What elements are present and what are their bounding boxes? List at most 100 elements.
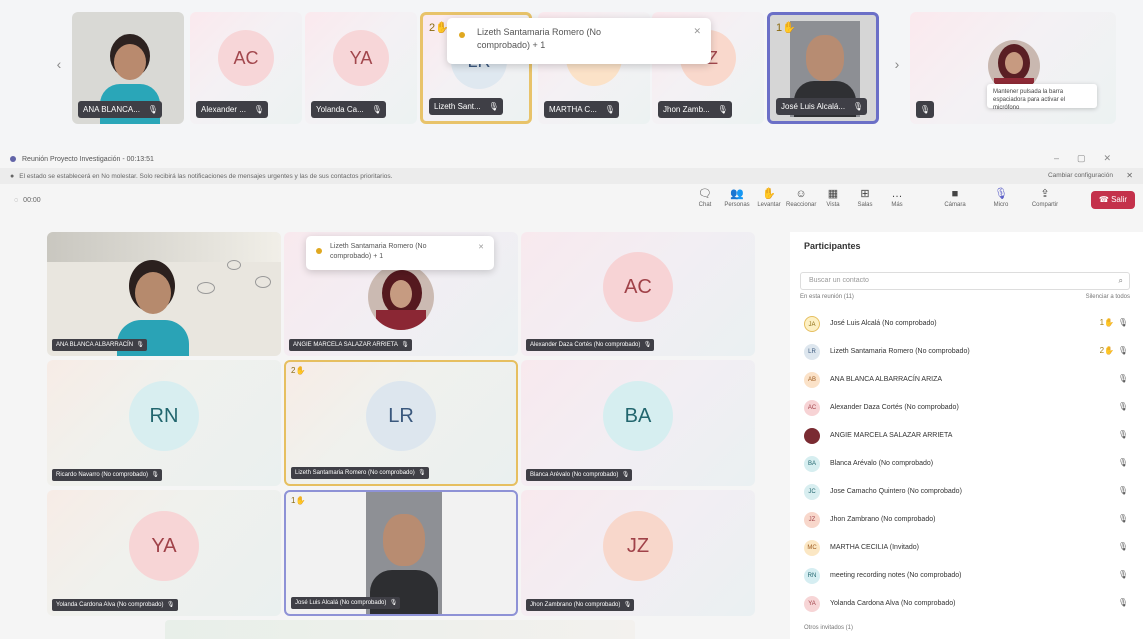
- change-settings-link[interactable]: Cambiar configuración: [1048, 172, 1113, 179]
- raise-hand-notification[interactable]: Lizeth Santamaria Romero (No comprobado)…: [447, 18, 711, 64]
- strip-tile-alexander[interactable]: AC Alexander ... 🎙: [190, 12, 302, 124]
- participant-name: Yolanda Cardona Alva (No comprobado): [830, 600, 956, 607]
- avatar: RN: [129, 381, 199, 451]
- more-button[interactable]: … Más: [882, 187, 912, 213]
- participant-row[interactable]: JZ Jhon Zambrano (No comprobado) 🎙: [800, 510, 1130, 530]
- strip-prev-arrow[interactable]: ‹: [50, 52, 68, 76]
- strip-next-arrow[interactable]: ›: [888, 52, 906, 76]
- participants-pane: Participantes Buscar un contacto ⌕ En es…: [790, 232, 1143, 639]
- in-meeting-section[interactable]: En esta reunión (11) Silenciar a todos: [800, 294, 1130, 300]
- participant-name: MARTHA CECILIA (Invitado): [830, 544, 919, 551]
- avatar: BA: [804, 456, 820, 472]
- gallery-tile-jhon[interactable]: JZ Jhon Zambrano (No comprobado) 🎙: [521, 490, 755, 616]
- participant-row[interactable]: ANGIE MARCELA SALAZAR ARRIETA 🎙: [800, 426, 1130, 446]
- close-icon[interactable]: ✕: [478, 243, 484, 253]
- gallery-name: ANGIE MARCELA SALAZAR ARRIETA: [293, 342, 398, 348]
- participant-row[interactable]: JA José Luis Alcalá (No comprobado) 1✋ 🎙: [800, 314, 1130, 334]
- strip-tile-jose[interactable]: 1✋ José Luis Alcalá... 🎙: [767, 12, 879, 124]
- strip-name: Lizeth Sant...: [434, 102, 481, 111]
- avatar: JC: [804, 484, 820, 500]
- mic-icon: 🎙: [147, 105, 158, 114]
- gallery-tile-blanca[interactable]: BA Blanca Arévalo (No comprobado) 🎙: [521, 360, 755, 486]
- rooms-button[interactable]: ⊞ Salas: [850, 187, 880, 213]
- avatar: AC: [603, 252, 673, 322]
- participant-row[interactable]: LR Lizeth Santamaria Romero (No comproba…: [800, 342, 1130, 362]
- dnd-info-bar: ● El estado se establecerá en No molesta…: [0, 168, 1143, 184]
- avatar: [804, 428, 820, 444]
- avatar: YA: [804, 596, 820, 612]
- section-label: En esta reunión (11): [800, 294, 854, 300]
- participant-row[interactable]: BA Blanca Arévalo (No comprobado) 🎙: [800, 454, 1130, 474]
- strip-name: Jhon Zamb...: [663, 105, 710, 114]
- mic-icon: 🎙: [604, 105, 615, 114]
- window-titlebar: Reunión Proyecto Investigación - 00:13:5…: [0, 150, 1143, 168]
- raised-hand-icon: 1✋: [776, 22, 796, 34]
- participant-row[interactable]: YA Yolanda Cardona Alva (No comprobado) …: [800, 594, 1130, 614]
- toast-line: Lizeth Santamaria Romero (No: [330, 243, 427, 250]
- more-label: Más: [891, 202, 903, 208]
- avatar: YA: [129, 511, 199, 581]
- participants-title: Participantes: [804, 241, 861, 251]
- leave-button[interactable]: ☎ Salir: [1091, 191, 1135, 209]
- raise-label: Levantar: [757, 202, 781, 208]
- participant-row[interactable]: AB ANA BLANCA ALBARRACÍN ARIZA 🎙: [800, 370, 1130, 390]
- gallery-raise-hand-notification[interactable]: Lizeth Santamaria Romero (No comprobado)…: [306, 236, 494, 270]
- shield-icon: ◌: [14, 196, 19, 204]
- participant-row[interactable]: AC Alexander Daza Cortés (No comprobado)…: [800, 398, 1130, 418]
- participant-row[interactable]: RN meeting recording notes (No comprobad…: [800, 566, 1130, 586]
- view-button[interactable]: ▦ Vista: [818, 187, 848, 213]
- chat-button[interactable]: 🗨 Chat: [690, 187, 720, 213]
- meeting-timer: 00:00: [23, 196, 41, 204]
- gallery-tile-ana[interactable]: ANA BLANCA ALBARRACÍN 🎙: [47, 232, 281, 356]
- gallery-name-pill: Alexander Daza Cortés (No comprobado) 🎙: [526, 339, 655, 351]
- raised-hand-icon: 1✋: [1099, 318, 1114, 327]
- people-button[interactable]: 👥 Personas: [722, 187, 752, 213]
- gallery-name-pill: Yolanda Cardona Alva (No comprobado) 🎙: [52, 599, 178, 611]
- other-invited-section[interactable]: Otros invitados (1): [804, 625, 853, 631]
- participant-row[interactable]: JC Jose Camacho Quintero (No comprobado)…: [800, 482, 1130, 502]
- hand-order: 1: [291, 496, 296, 505]
- mic-icon: 🎙: [1117, 318, 1128, 327]
- gallery-name-pill: Ricardo Navarro (No comprobado) 🎙: [52, 469, 163, 481]
- mic-button[interactable]: 🎙 Micro: [986, 187, 1016, 213]
- mic-icon: 🎙: [1117, 542, 1128, 551]
- gallery-tile-yolanda[interactable]: YA Yolanda Cardona Alva (No comprobado) 🎙: [47, 490, 281, 616]
- share-button[interactable]: ⇪ Compartir: [1030, 187, 1060, 213]
- strip-tile-yolanda[interactable]: YA Yolanda Ca... 🎙: [305, 12, 417, 124]
- mic-icon: 🎙: [1117, 346, 1128, 355]
- gallery-tile-ricardo[interactable]: RN Ricardo Navarro (No comprobado) 🎙: [47, 360, 281, 486]
- teams-logo-icon: [10, 156, 16, 162]
- gallery-name-pill: José Luis Alcalá (No comprobado) 🎙: [291, 597, 401, 609]
- raise-hand-button[interactable]: ✋ Levantar: [754, 187, 784, 213]
- camera-icon: ■: [951, 188, 959, 200]
- close-icon[interactable]: ✕: [1126, 171, 1133, 180]
- mute-all-link[interactable]: Silenciar a todos: [1086, 294, 1130, 300]
- strip-name: ANA BLANCA...: [83, 105, 140, 114]
- participant-name: Jhon Zambrano (No comprobado): [830, 516, 936, 523]
- participants-search-input[interactable]: Buscar un contacto ⌕: [800, 272, 1130, 290]
- avatar: RN: [804, 568, 820, 584]
- mic-icon: 🎙: [488, 102, 499, 111]
- gallery-tile-jose[interactable]: 1✋ José Luis Alcalá (No comprobado) 🎙: [284, 490, 518, 616]
- camera-button[interactable]: ■ Cámara: [940, 187, 970, 213]
- mic-icon: 🎙: [852, 102, 864, 111]
- close-icon[interactable]: ✕: [693, 25, 701, 38]
- window-controls[interactable]: –▢✕: [1054, 153, 1129, 164]
- gallery-tile-lizeth[interactable]: 2✋ LR Lizeth Santamaria Romero (No compr…: [284, 360, 518, 486]
- hand-order: 2: [429, 22, 436, 34]
- people-icon: 👥: [730, 188, 744, 200]
- react-button[interactable]: ☺ Reaccionar: [786, 187, 816, 213]
- share-icon: ⇪: [1040, 188, 1050, 200]
- strip-tile-ana[interactable]: ANA BLANCA... 🎙: [72, 12, 184, 124]
- gallery-tile-alexander[interactable]: AC Alexander Daza Cortés (No comprobado)…: [521, 232, 755, 356]
- mic-icon: 🎙: [623, 602, 632, 608]
- participant-name: meeting recording notes (No comprobado): [830, 572, 962, 579]
- share-label: Compartir: [1031, 202, 1059, 208]
- raised-hand-icon: 2✋: [429, 22, 449, 34]
- hand-order: 1: [1099, 318, 1105, 327]
- strip-name: Alexander ...: [201, 105, 246, 114]
- view-label: Vista: [826, 202, 840, 208]
- avatar: AB: [804, 372, 820, 388]
- mic-icon: 🎙: [621, 472, 630, 478]
- participant-row[interactable]: MC MARTHA CECILIA (Invitado) 🎙: [800, 538, 1130, 558]
